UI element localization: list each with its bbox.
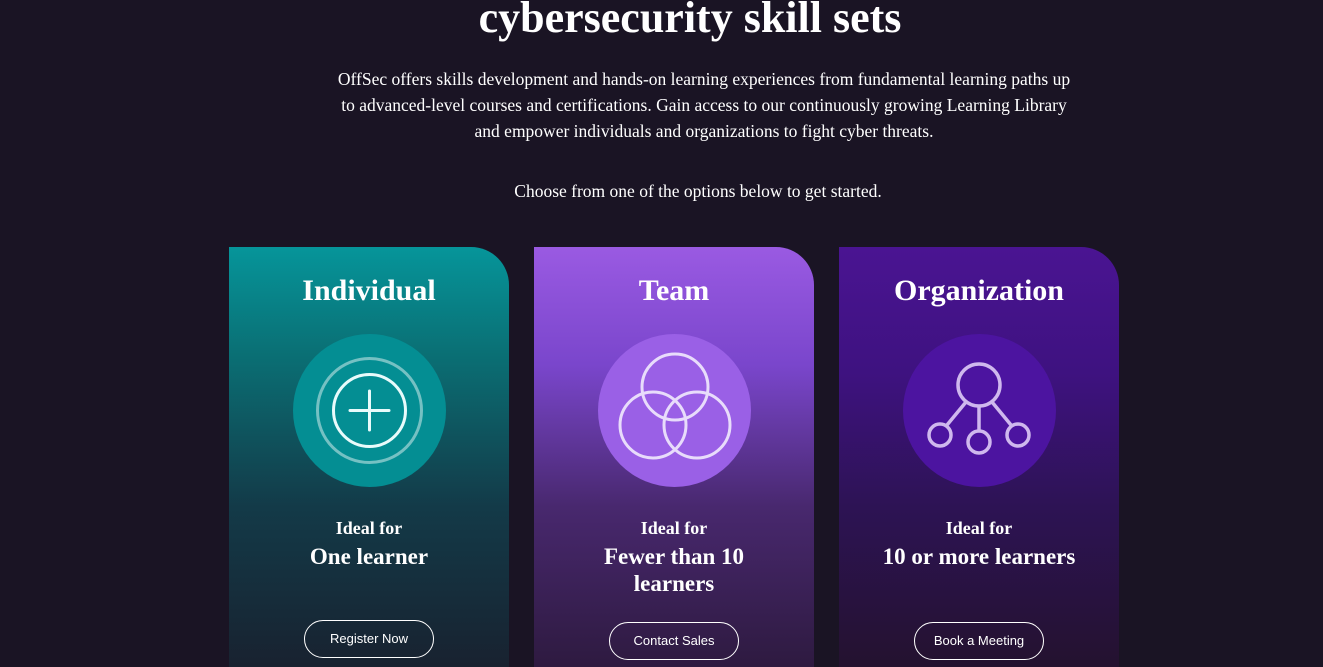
card-title: Individual [302, 274, 436, 307]
venn-circles-icon [598, 334, 751, 487]
ideal-for-label: Ideal for [335, 518, 403, 538]
card-title: Team [638, 274, 710, 307]
card-organization: Organization Ideal for 10 or more learne… [839, 247, 1119, 667]
card-team: Team Ideal for Fewer than 10 learners Co… [534, 247, 814, 667]
audience-text: One learner [309, 544, 429, 569]
contact-sales-button[interactable]: Contact Sales [609, 622, 739, 660]
ideal-for-label: Ideal for [945, 518, 1013, 538]
hierarchy-nodes-icon [903, 334, 1056, 487]
book-meeting-button[interactable]: Book a Meeting [914, 622, 1044, 660]
audience-text: Fewer than 10 learners [603, 544, 745, 596]
audience-text: 10 or more learners [882, 544, 1076, 569]
register-now-button[interactable]: Register Now [304, 620, 434, 658]
section-intro: OffSec offers skills development and han… [337, 69, 1071, 141]
ideal-for-label: Ideal for [640, 518, 708, 538]
card-individual: Individual Ideal for One learner Registe… [229, 247, 509, 667]
section-heading: cybersecurity skill sets [478, 0, 902, 42]
choose-prompt: Choose from one of the options below to … [514, 181, 882, 201]
card-title: Organization [894, 274, 1064, 307]
plus-circle-icon [293, 334, 446, 487]
